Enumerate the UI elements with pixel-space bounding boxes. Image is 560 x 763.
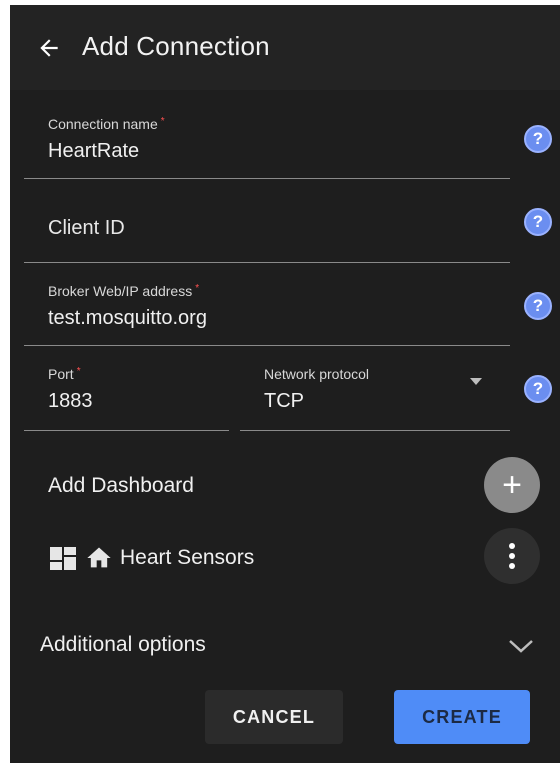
connection-name-help-icon[interactable]: ? [524,125,552,153]
broker-address-field[interactable]: Broker Web/IP address * test.mosquitto.or… [24,263,510,346]
connection-name-value: HeartRate [48,140,140,162]
connection-name-label-wrap: Connection name * [48,116,165,132]
port-label-wrap: Port * [48,366,81,382]
cancel-button[interactable]: CANCEL [205,690,343,744]
broker-address-help-icon[interactable]: ? [524,292,552,320]
create-button[interactable]: CREATE [394,690,530,744]
dropdown-arrow-icon [470,378,482,385]
dashboard-item-name: Heart Sensors [120,546,255,569]
connection-name-label: Connection name [48,116,158,132]
additional-options-label[interactable]: Additional options [40,633,206,657]
connection-name-field[interactable]: Connection name * HeartRate [24,90,510,179]
dashboard-more-button[interactable] [484,528,540,584]
required-mark: * [76,366,81,377]
broker-address-label: Broker Web/IP address [48,283,193,299]
app-bar: Add Connection [10,5,560,90]
required-mark: * [195,283,200,294]
port-value: 1883 [48,390,93,412]
client-id-field[interactable]: Client ID [24,179,510,263]
broker-label-wrap: Broker Web/IP address * [48,283,199,299]
add-dashboard-label: Add Dashboard [48,474,194,497]
dashboard-item[interactable]: Heart Sensors [48,543,254,573]
client-id-placeholder: Client ID [48,217,125,239]
add-dashboard-button[interactable]: + [484,457,540,513]
home-icon [87,547,111,568]
client-id-help-icon[interactable]: ? [524,208,552,236]
network-protocol-value: TCP [264,390,304,412]
broker-address-value: test.mosquitto.org [48,307,207,329]
network-protocol-label: Network protocol [264,366,370,382]
app-screen: Add Connection Connection name * HeartRat… [10,5,560,763]
port-label: Port [48,366,74,382]
required-mark: * [160,116,165,127]
network-protocol-help-icon[interactable]: ? [524,375,552,403]
arrow-back-icon[interactable] [36,35,62,61]
page-title: Add Connection [82,31,270,61]
dashboard-grid-icon [50,547,76,570]
port-field[interactable]: Port * 1883 [24,346,229,431]
chevron-down-icon[interactable] [508,638,534,654]
more-vert-icon [509,543,515,569]
network-protocol-select[interactable]: Network protocol TCP [240,346,510,431]
